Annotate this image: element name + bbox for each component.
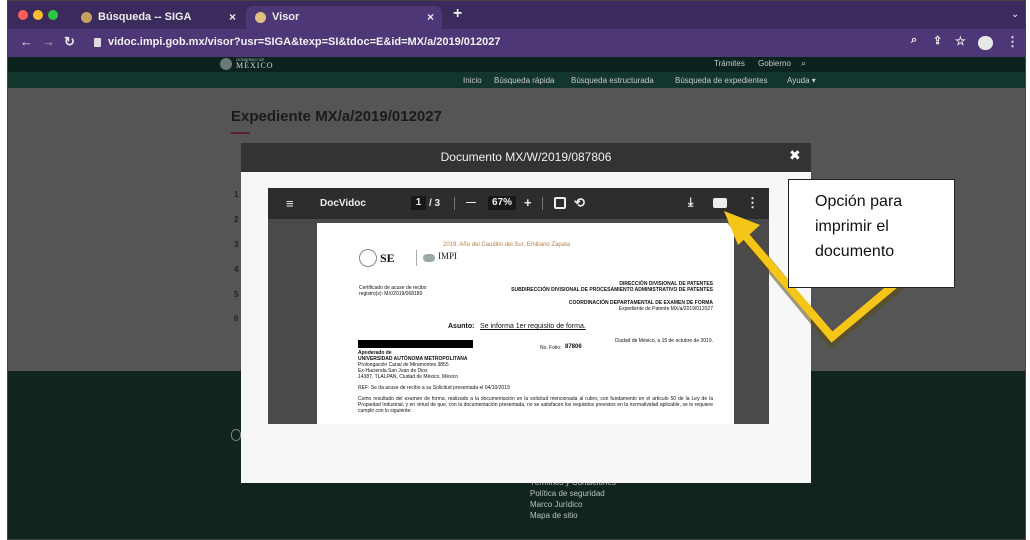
callout-box: Opción para imprimir el documento — [788, 179, 955, 288]
callout-text: Opción para imprimir el documento — [815, 193, 903, 260]
screenshot-frame: Búsqueda -- SIGA × Visor × + ⌄ ← → ↻ vid… — [7, 0, 1026, 540]
